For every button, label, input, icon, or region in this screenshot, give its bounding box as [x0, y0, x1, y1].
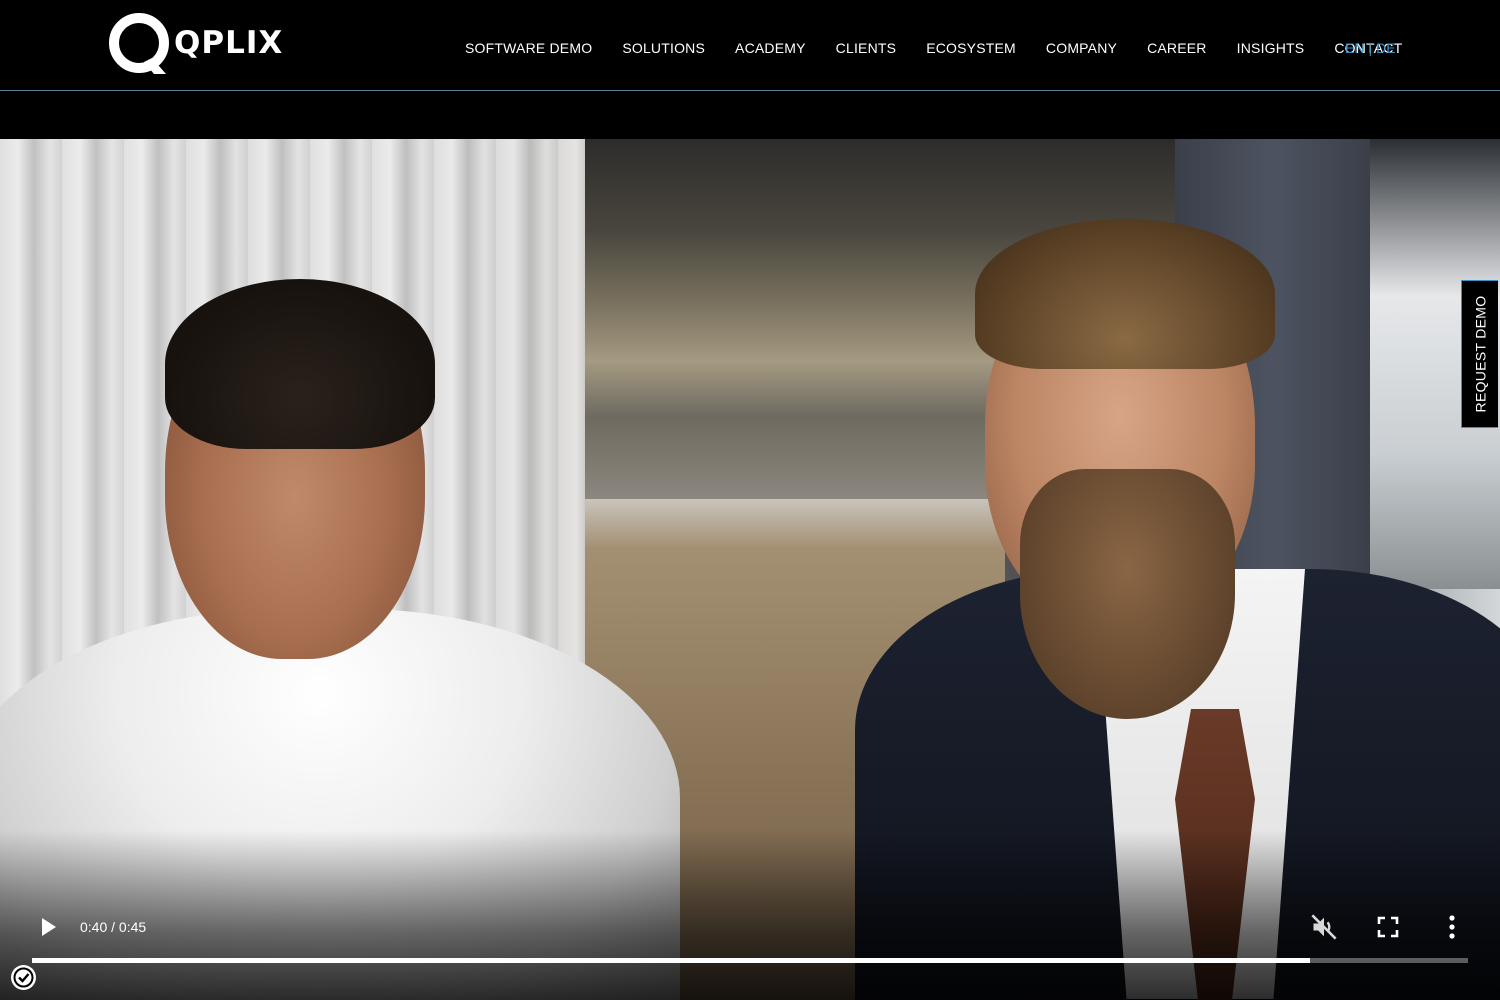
- hero-video[interactable]: [0, 139, 1500, 1000]
- nav-career[interactable]: CAREER: [1147, 40, 1207, 56]
- nav-academy[interactable]: ACADEMY: [735, 40, 806, 56]
- qplix-logo-icon: [109, 13, 169, 74]
- language-switcher: EN | DE: [1345, 40, 1396, 56]
- fullscreen-button[interactable]: [1376, 915, 1400, 939]
- video-person-right-beard: [1020, 469, 1235, 719]
- lang-separator: |: [1368, 40, 1373, 56]
- request-demo-label: REQUEST DEMO: [1472, 295, 1489, 413]
- shield-check-icon: [11, 965, 36, 990]
- play-button[interactable]: [36, 915, 60, 939]
- nav-software-demo[interactable]: SOFTWARE DEMO: [465, 40, 592, 56]
- video-controls-shade: [0, 830, 1500, 1000]
- play-icon: [42, 918, 56, 936]
- logo-text: QPLIX: [174, 25, 284, 61]
- nav-company[interactable]: COMPANY: [1046, 40, 1117, 56]
- more-options-button[interactable]: [1440, 913, 1464, 941]
- lang-en[interactable]: EN: [1345, 40, 1364, 56]
- video-progress-bar[interactable]: [32, 958, 1468, 963]
- privacy-badge[interactable]: [10, 964, 37, 991]
- video-person-left-hair: [165, 279, 435, 449]
- request-demo-tab[interactable]: REQUEST DEMO: [1461, 280, 1498, 428]
- video-progress-fill: [32, 958, 1311, 963]
- mute-button[interactable]: [1310, 913, 1338, 941]
- logo[interactable]: QPLIX: [108, 12, 283, 78]
- mute-icon: [1311, 914, 1337, 940]
- nav-ecosystem[interactable]: ECOSYSTEM: [926, 40, 1016, 56]
- video-person-right-hair: [975, 219, 1275, 369]
- main-nav: SOFTWARE DEMO SOLUTIONS ACADEMY CLIENTS …: [465, 40, 1432, 56]
- nav-clients[interactable]: CLIENTS: [836, 40, 897, 56]
- video-time: 0:40 / 0:45: [80, 919, 147, 935]
- nav-solutions[interactable]: SOLUTIONS: [622, 40, 705, 56]
- more-vertical-icon: [1449, 915, 1455, 939]
- lang-de[interactable]: DE: [1376, 40, 1395, 56]
- nav-insights[interactable]: INSIGHTS: [1237, 40, 1305, 56]
- fullscreen-icon: [1377, 916, 1399, 938]
- site-header: QPLIX SOFTWARE DEMO SOLUTIONS ACADEMY CL…: [0, 0, 1500, 91]
